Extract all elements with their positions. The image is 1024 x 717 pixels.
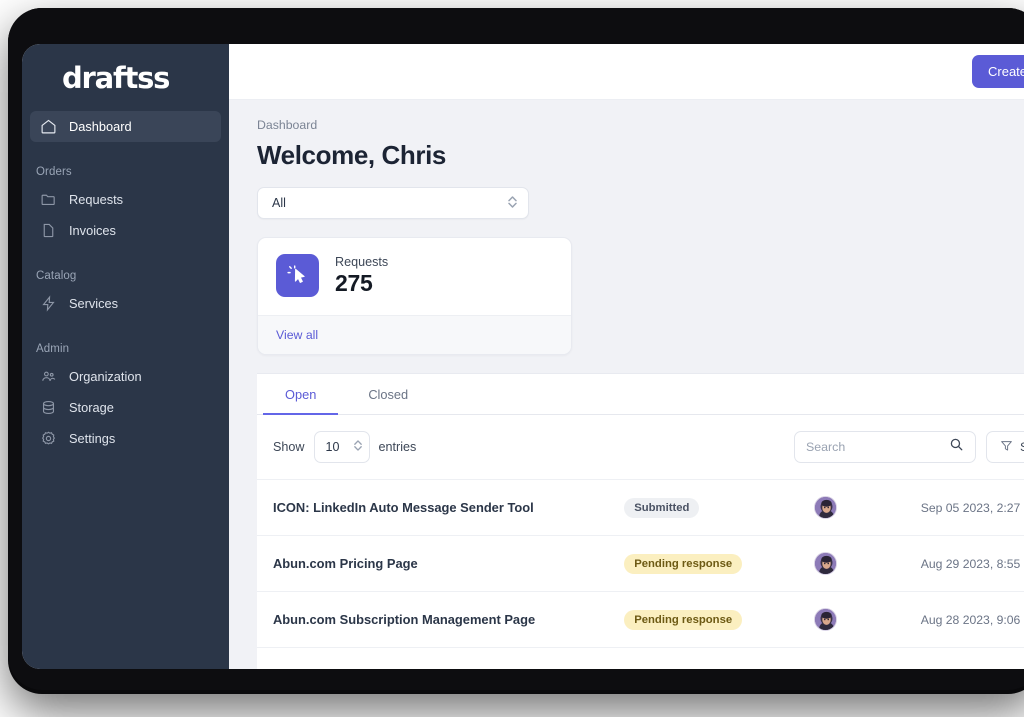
sidebar-group-orders: Orders (36, 166, 72, 178)
sidebar-item-label: Settings (69, 431, 116, 446)
request-title: Abun.com Pricing Page (273, 556, 418, 571)
request-status-cell: Submitted (614, 480, 814, 536)
requests-table-body: ICON: LinkedIn Auto Message Sender Tool … (257, 479, 1024, 670)
request-status-cell: Pending response (614, 536, 814, 592)
brand-logo[interactable]: draftss (22, 44, 229, 111)
avatar[interactable] (814, 496, 838, 519)
table-row[interactable]: Abun.com Pricing Page Pending response A… (257, 535, 1024, 592)
search-input[interactable] (805, 440, 943, 454)
table-toolbar: Show 10 entries Search (257, 415, 1024, 479)
status-badge: Submitted (624, 497, 700, 518)
cursor-click-icon (276, 254, 319, 297)
stat-card-body: Requests 275 (258, 238, 571, 315)
sidebar-item-label: Storage (69, 400, 114, 415)
show-filters-label: Show filters (1020, 440, 1024, 454)
avatar[interactable] (814, 552, 838, 575)
sidebar-item-requests[interactable]: Requests (30, 184, 221, 215)
app-window: draftss Dashboard Orders Requests Invoic… (22, 44, 1024, 669)
page-title: Welcome, Chris (257, 140, 446, 170)
request-status-cell: Pending response (614, 592, 814, 648)
sidebar-item-services[interactable]: Services (30, 288, 221, 319)
table-row[interactable]: Abun.com Subscription Management Page Pe… (257, 591, 1024, 648)
request-assignee-cell (814, 648, 886, 670)
request-date: Aug 29 2023, 8:55 PM (920, 556, 1024, 571)
request-title: Abun.com Subscription Management Page (273, 612, 536, 627)
table-row[interactable]: ICON: LinkedIn Auto Message Sender Tool … (257, 479, 1024, 536)
view-all-link[interactable]: View all (276, 328, 318, 342)
search-box[interactable] (793, 431, 976, 463)
request-date: Sep 05 2023, 2:27 PM (920, 500, 1024, 515)
scope-filter-select[interactable]: All (257, 187, 529, 219)
entries-per-page-select[interactable]: 10 (313, 431, 370, 463)
chevron-updown-icon (507, 194, 518, 213)
stat-card-text: Requests 275 (335, 255, 388, 297)
status-badge: Pending response (624, 609, 743, 630)
document-icon (40, 222, 57, 239)
lightning-icon (40, 295, 57, 312)
breadcrumb[interactable]: Dashboard (257, 118, 1024, 132)
sidebar-item-dashboard[interactable]: Dashboard (30, 111, 221, 142)
sidebar-item-settings[interactable]: Settings (30, 423, 221, 454)
sidebar-item-label: Invoices (69, 223, 116, 238)
request-assignee-cell (814, 480, 886, 536)
requests-panel: Open Closed Show 10 entries Search ICON:… (257, 373, 1024, 669)
sidebar-item-invoices[interactable]: Invoices (30, 215, 221, 246)
request-status-cell (614, 648, 814, 670)
status-badge: Pending response (624, 553, 743, 574)
requests-stat-card: Requests 275 View all (257, 237, 572, 355)
tab-open[interactable]: Open (263, 374, 339, 415)
sidebar-item-label: Dashboard (69, 119, 132, 134)
entries-value: 10 (325, 440, 340, 454)
request-title (257, 648, 614, 670)
request-date (886, 648, 1024, 670)
stat-value: 275 (335, 269, 373, 296)
table-row[interactable] (257, 647, 1024, 670)
sidebar-item-label: Services (69, 296, 119, 311)
scope-filter-value: All (272, 196, 286, 210)
request-assignee-cell (814, 592, 886, 648)
tab-bar: Open Closed (257, 374, 1024, 415)
search-icon[interactable] (949, 437, 964, 457)
avatar[interactable] (814, 608, 838, 631)
request-assignee-cell (814, 536, 886, 592)
sidebar-group-admin: Admin (36, 343, 70, 355)
gear-icon (40, 430, 57, 447)
page-content: Dashboard Welcome, Chris All Requests 27… (229, 100, 1024, 669)
tab-closed[interactable]: Closed (346, 374, 430, 415)
toolbar-right-group: Show filters (793, 431, 1024, 463)
sidebar-item-label: Requests (69, 192, 124, 207)
home-icon (40, 118, 57, 135)
sidebar-group-catalog: Catalog (36, 270, 77, 282)
request-date: Aug 28 2023, 9:06 PM (920, 612, 1024, 627)
entries-label: entries (378, 440, 417, 454)
database-icon (40, 399, 57, 416)
sidebar-item-organization[interactable]: Organization (30, 361, 221, 392)
create-request-button[interactable]: Create request (972, 55, 1024, 88)
brand-name: draftss (62, 60, 170, 95)
requests-table: ICON: LinkedIn Auto Message Sender Tool … (257, 479, 1024, 669)
device-frame: draftss Dashboard Orders Requests Invoic… (8, 8, 1024, 690)
sidebar-item-storage[interactable]: Storage (30, 392, 221, 423)
show-label: Show (273, 440, 305, 454)
sidebar-item-label: Organization (69, 369, 142, 384)
stat-card-footer: View all (258, 315, 571, 354)
stat-label: Requests (335, 254, 389, 269)
people-icon (40, 368, 57, 385)
funnel-icon (1000, 439, 1013, 455)
top-bar: Create request (229, 44, 1024, 100)
show-entries-control: Show 10 entries (273, 431, 416, 463)
sidebar: draftss Dashboard Orders Requests Invoic… (22, 44, 229, 669)
show-filters-button[interactable]: Show filters (985, 431, 1024, 463)
folder-icon (40, 191, 57, 208)
main-column: Create request Dashboard Welcome, Chris … (229, 44, 1024, 669)
chevron-updown-icon (353, 438, 363, 456)
request-title: ICON: LinkedIn Auto Message Sender Tool (273, 500, 534, 515)
